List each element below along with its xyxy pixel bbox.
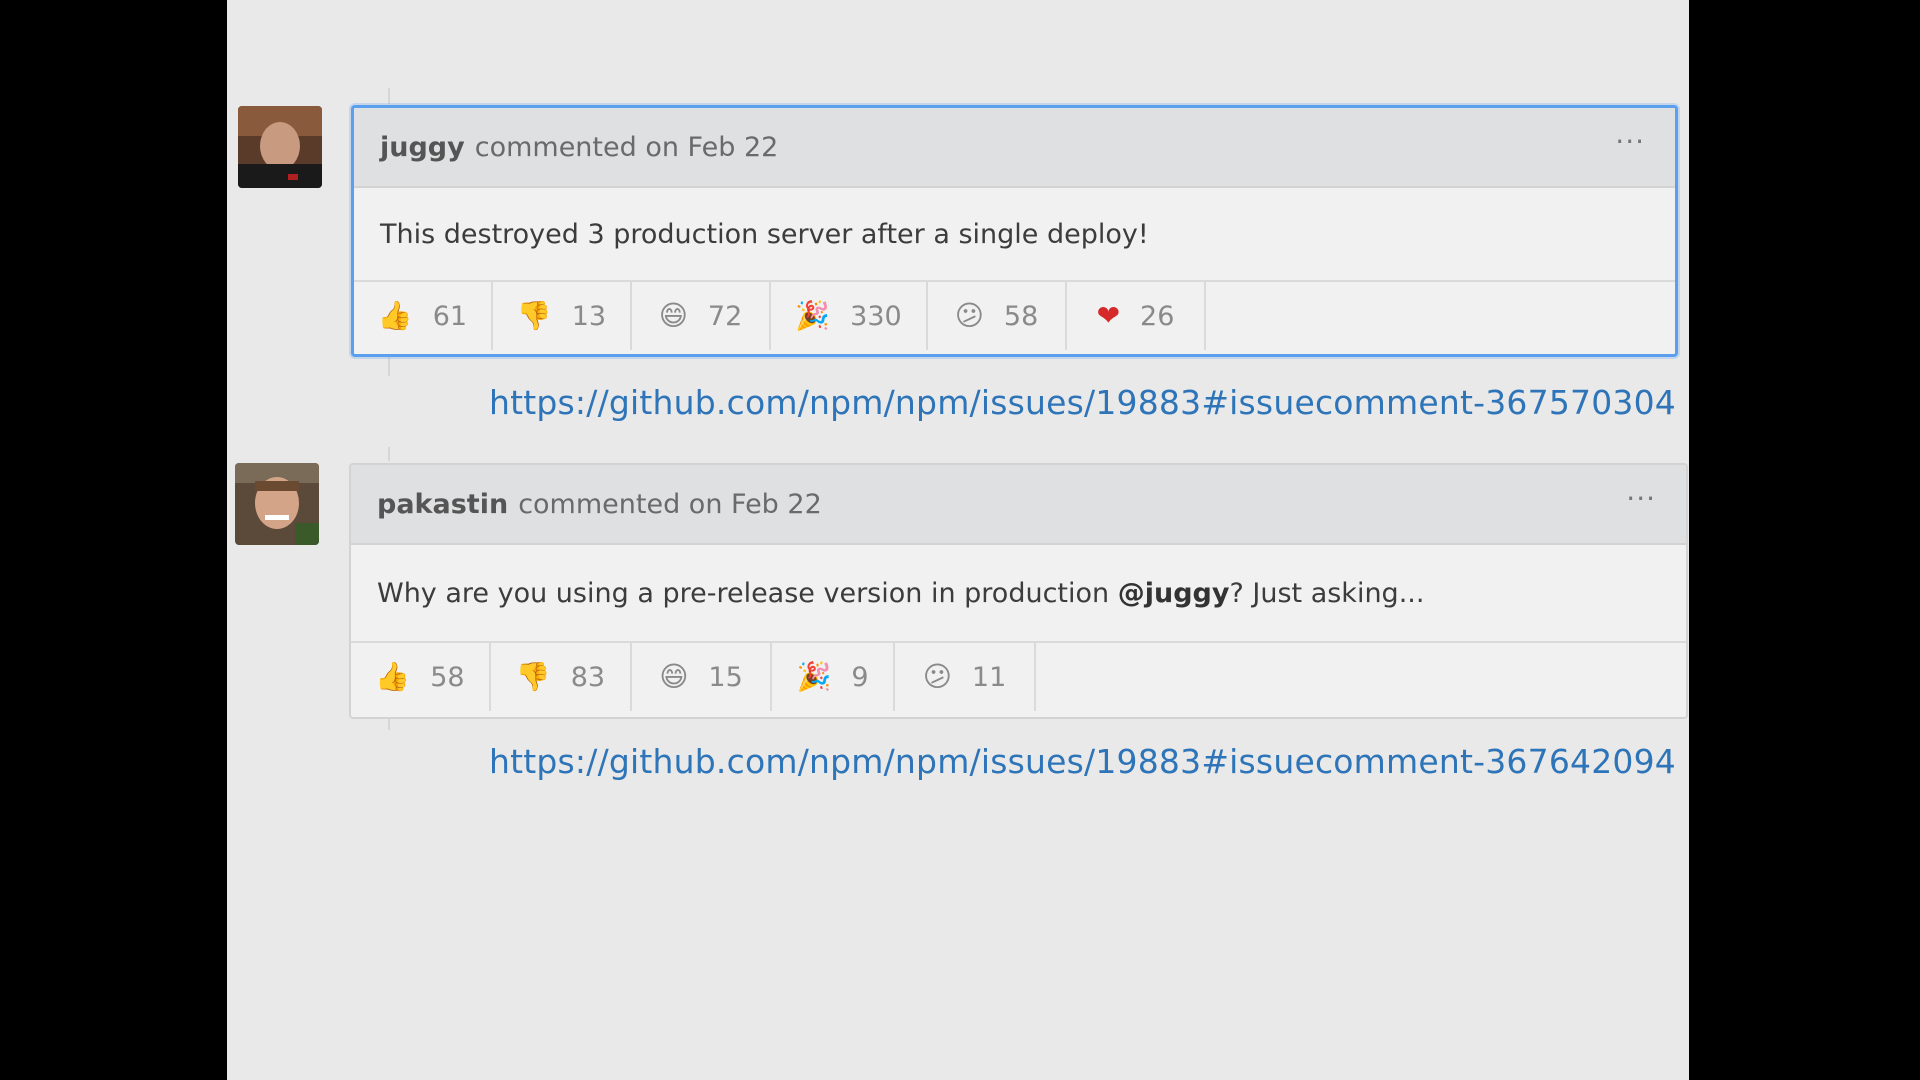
reaction-count: 15 (708, 661, 743, 693)
avatar-pakastin[interactable] (235, 463, 319, 545)
reaction-count: 72 (707, 300, 743, 332)
timeline-tick (388, 356, 390, 376)
thumbs-down-icon: 👎 (516, 299, 552, 332)
reaction-laugh[interactable]: 😄 72 (632, 282, 771, 350)
reaction-thumbs-down[interactable]: 👎 13 (493, 282, 632, 350)
comment-body: Why are you using a pre-release version … (351, 545, 1686, 643)
reactions-bar: 👍 61 👎 13 😄 72 🎉 330 😕 58 ❤ 26 (354, 282, 1675, 350)
comment-text-part: ? Just asking... (1229, 577, 1425, 609)
reaction-count: 58 (1003, 300, 1039, 332)
reaction-count: 58 (430, 661, 465, 693)
comment-author[interactable]: juggy (380, 132, 465, 163)
slide: juggy commented on Feb 22 ··· This destr… (227, 0, 1689, 1080)
reaction-count: 26 (1140, 300, 1175, 332)
reaction-confused[interactable]: 😕 11 (895, 643, 1036, 711)
heart-icon: ❤ (1096, 299, 1121, 332)
more-horizontal-icon[interactable]: ··· (1615, 128, 1645, 156)
thumbs-up-icon: 👍 (377, 299, 413, 332)
reaction-thumbs-up[interactable]: 👍 61 (354, 282, 493, 350)
laugh-icon: 😄 (658, 299, 688, 332)
comment-meta[interactable]: commented on Feb 22 (475, 132, 779, 163)
reaction-count: 61 (432, 300, 468, 332)
comment-permalink[interactable]: https://github.com/npm/npm/issues/19883#… (489, 383, 1676, 422)
comment-card-pakastin: pakastin commented on Feb 22 ··· Why are… (349, 463, 1688, 719)
comment-author[interactable]: pakastin (377, 489, 508, 520)
reaction-count: 11 (971, 661, 1007, 693)
comment-header: juggy commented on Feb 22 ··· (354, 108, 1675, 188)
comment-header: pakastin commented on Feb 22 ··· (351, 465, 1686, 545)
confused-icon: 😕 (922, 660, 952, 693)
comment-text-part: Why are you using a pre-release version … (377, 577, 1118, 609)
confused-icon: 😕 (954, 299, 984, 332)
reaction-hooray[interactable]: 🎉 9 (772, 643, 895, 711)
reaction-thumbs-up[interactable]: 👍 58 (351, 643, 491, 711)
reaction-heart[interactable]: ❤ 26 (1067, 282, 1206, 350)
avatar-juggy[interactable] (238, 106, 322, 188)
hooray-icon: 🎉 (796, 660, 832, 693)
hooray-icon: 🎉 (795, 299, 831, 332)
comment-meta[interactable]: commented on Feb 22 (518, 489, 822, 520)
comment-card-juggy: juggy commented on Feb 22 ··· This destr… (351, 105, 1678, 357)
thumbs-down-icon: 👎 (515, 660, 551, 693)
comment-body: This destroyed 3 production server after… (354, 188, 1675, 282)
laugh-icon: 😄 (659, 660, 689, 693)
reactions-bar: 👍 58 👎 83 😄 15 🎉 9 😕 11 (351, 643, 1686, 711)
reaction-confused[interactable]: 😕 58 (928, 282, 1067, 350)
comment-permalink[interactable]: https://github.com/npm/npm/issues/19883#… (489, 742, 1676, 781)
thumbs-up-icon: 👍 (375, 660, 411, 693)
comment-text: This destroyed 3 production server after… (380, 218, 1149, 250)
reaction-laugh[interactable]: 😄 15 (632, 643, 772, 711)
timeline-tick (388, 88, 390, 104)
reaction-count: 13 (571, 300, 607, 332)
user-mention[interactable]: @juggy (1118, 578, 1230, 609)
reaction-count: 330 (850, 300, 902, 332)
reaction-count: 9 (851, 661, 869, 693)
comment-text: Why are you using a pre-release version … (377, 578, 1424, 609)
more-horizontal-icon[interactable]: ··· (1626, 485, 1656, 513)
video-frame: juggy commented on Feb 22 ··· This destr… (0, 0, 1920, 1080)
reaction-thumbs-down[interactable]: 👎 83 (491, 643, 632, 711)
reaction-hooray[interactable]: 🎉 330 (771, 282, 928, 350)
reaction-count: 83 (570, 661, 606, 693)
timeline-tick (388, 447, 390, 461)
